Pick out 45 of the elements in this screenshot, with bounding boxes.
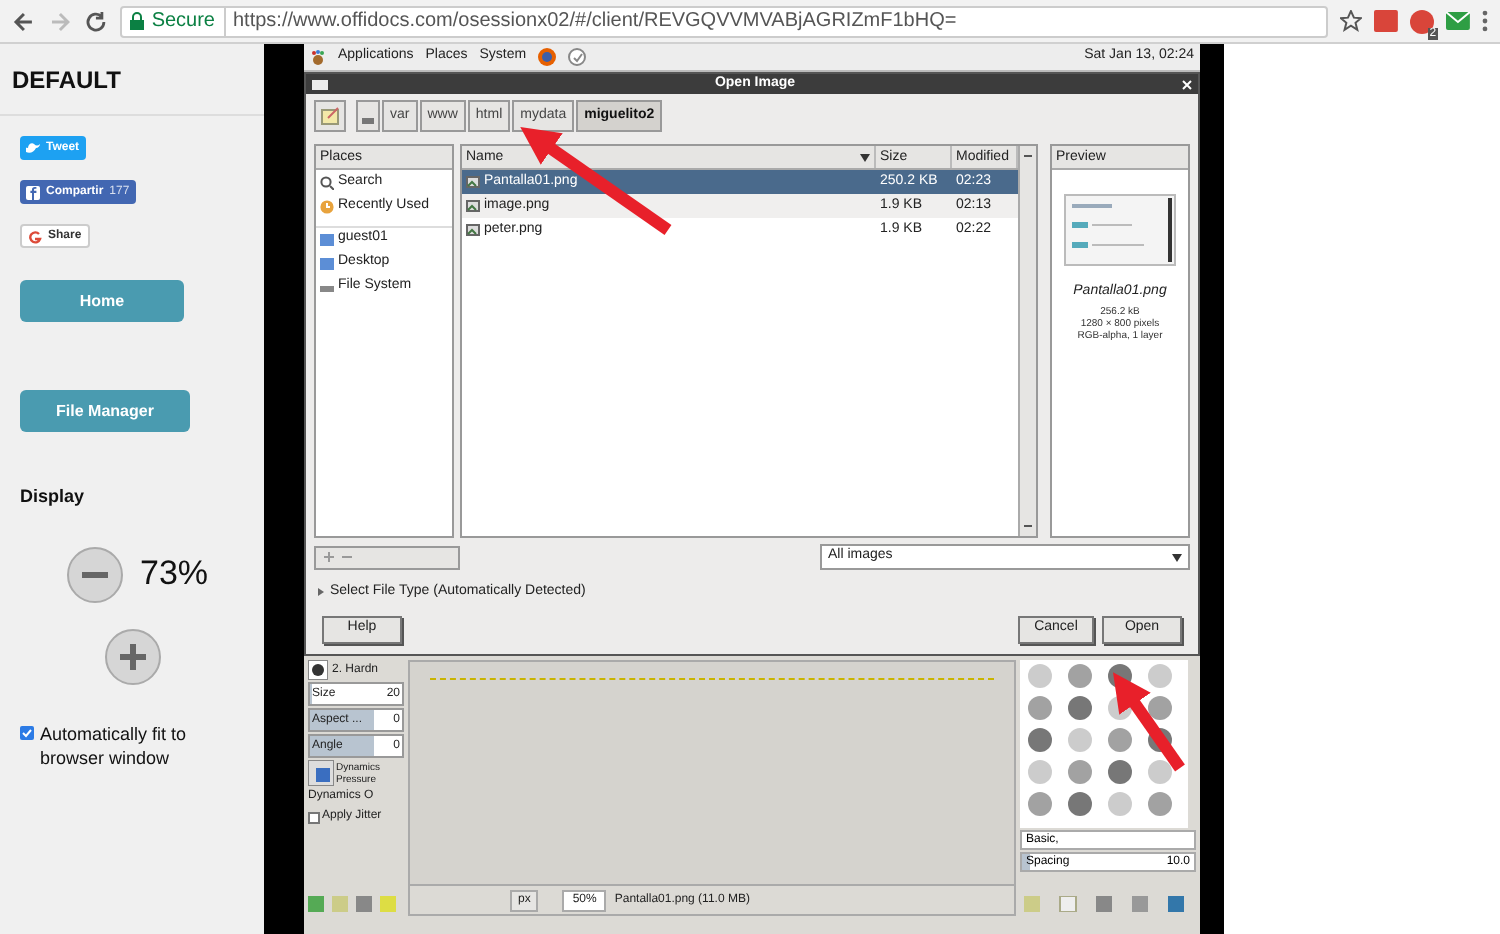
browser-icon[interactable] (538, 48, 557, 66)
menu-icon[interactable] (1482, 10, 1489, 32)
dropdown-caret-icon (1172, 553, 1182, 561)
drive-button[interactable] (356, 100, 380, 132)
brush-actions-drawing[interactable] (1020, 896, 1188, 912)
secure-label: Secure (151, 8, 215, 36)
sort-caret-icon (860, 153, 870, 161)
scrollbar[interactable] (1018, 146, 1036, 536)
image-file-icon (466, 224, 480, 236)
plus-button[interactable] (104, 627, 162, 685)
google-icon (28, 229, 42, 243)
image-file-icon (466, 176, 480, 188)
image-file-icon (466, 200, 480, 212)
sidebar-title: DEFAULT (12, 63, 121, 97)
display-heading: Display (18, 484, 87, 510)
remove-icon[interactable] (342, 552, 352, 562)
autofit-checkbox[interactable] (20, 725, 34, 739)
extension-icon[interactable] (1374, 10, 1399, 32)
reload-icon[interactable] (83, 9, 108, 33)
add-icon[interactable] (324, 552, 334, 562)
jitter-checkbox[interactable] (308, 811, 320, 823)
thumbnail-drawing (1064, 194, 1176, 266)
arrow-annotation (1113, 672, 1185, 772)
autofit-label: Automatically fit to browser window (40, 721, 189, 769)
notes-icon[interactable] (568, 48, 587, 66)
clock-icon (320, 199, 334, 213)
expander-arrow-icon (318, 588, 324, 597)
brush-icon[interactable] (308, 660, 328, 680)
dynamics-icon[interactable] (308, 760, 334, 786)
tool-icons-drawing[interactable] (308, 896, 396, 912)
back-icon[interactable] (12, 9, 36, 33)
edit-location-button[interactable] (314, 100, 346, 132)
window-icon (312, 79, 328, 89)
minus-button[interactable] (66, 545, 124, 603)
zoom-level: 73% (140, 552, 209, 597)
address-bar[interactable]: Secure https://www.offidocs.com/osessionx02/#/client/REVGQVVMVABjAGRIZmF1bHQ= (119, 5, 1329, 37)
lock-icon (129, 12, 144, 30)
twitter-icon (26, 141, 40, 155)
star-icon[interactable] (1340, 10, 1363, 32)
close-icon[interactable] (1182, 79, 1192, 89)
facebook-icon (26, 185, 40, 199)
brush-grid-drawing[interactable] (1020, 660, 1188, 828)
search-icon (320, 175, 334, 189)
mail-icon[interactable] (1446, 12, 1471, 30)
url-text: https://www.offidocs.com/osessionx02/#/client/REVGQVVMVABjAGRIZmF1bHQ= (223, 6, 957, 36)
